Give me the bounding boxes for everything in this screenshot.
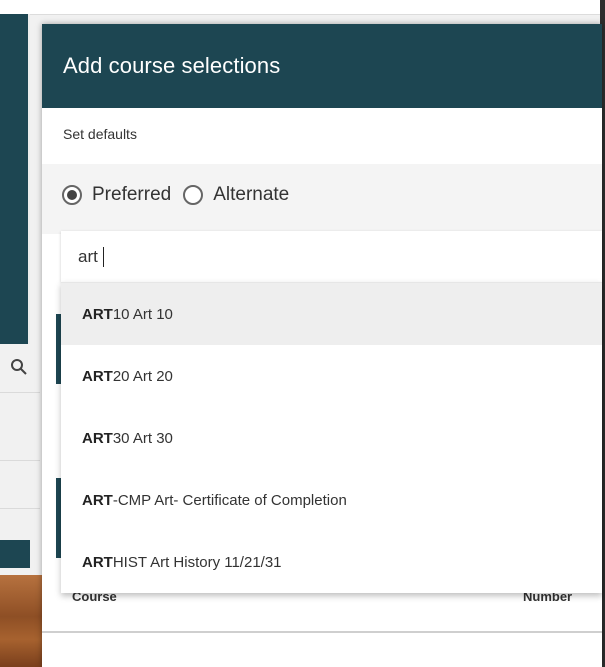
table-divider [42, 631, 602, 633]
course-search-box[interactable] [61, 231, 602, 282]
background-divider [0, 460, 40, 461]
background-top-bar [0, 0, 605, 15]
option-text: 20 Art 20 [112, 367, 173, 385]
search-icon[interactable] [10, 358, 28, 376]
radio-selected-dot [67, 190, 77, 200]
course-search-input[interactable] [78, 246, 104, 267]
background-divider [0, 392, 40, 393]
option-match-text: ART [82, 429, 113, 447]
dropdown-option[interactable]: ART 20 Art 20 [61, 345, 602, 407]
radio-alternate-label: Alternate [213, 184, 290, 205]
radio-preferred[interactable]: Preferred [62, 184, 171, 206]
modal-header: Add course selections [42, 24, 602, 108]
dropdown-option[interactable]: ART 10 Art 10 [61, 283, 602, 345]
option-match-text: ART [82, 553, 113, 571]
radio-preferred-label: Preferred [92, 184, 172, 205]
option-text: HIST Art History 11/21/31 [112, 553, 282, 571]
option-match-text: ART [82, 305, 113, 323]
option-text: 30 Art 30 [112, 429, 173, 447]
set-defaults-label: Set defaults [63, 126, 137, 142]
option-text: 10 Art 10 [112, 305, 173, 323]
background-divider [0, 508, 40, 509]
radio-alternate[interactable]: Alternate [183, 184, 289, 206]
text-cursor [103, 246, 104, 267]
selection-type-radio-group: Preferred Alternate [62, 184, 301, 206]
dropdown-option[interactable]: ART 30 Art 30 [61, 407, 602, 469]
dropdown-option[interactable]: ART -CMP Art- Certificate of Completion [61, 469, 602, 531]
add-course-selections-modal: Add course selections Set defaults Prefe… [42, 24, 602, 667]
radio-alternate-button[interactable] [183, 185, 204, 205]
option-match-text: ART [82, 367, 113, 385]
option-text: -CMP Art- Certificate of Completion [112, 491, 347, 509]
radio-preferred-button[interactable] [62, 185, 82, 205]
option-match-text: ART [82, 491, 113, 509]
modal-title: Add course selections [63, 53, 281, 78]
background-desktop-wallpaper [0, 575, 42, 667]
dropdown-option[interactable]: ART HIST Art History 11/21/31 [61, 531, 602, 593]
background-header-strip [0, 14, 28, 344]
background-header-strip [0, 540, 30, 568]
course-autocomplete-dropdown: ART 10 Art 10 ART 20 Art 20 ART 30 Art 30 A… [61, 282, 602, 593]
